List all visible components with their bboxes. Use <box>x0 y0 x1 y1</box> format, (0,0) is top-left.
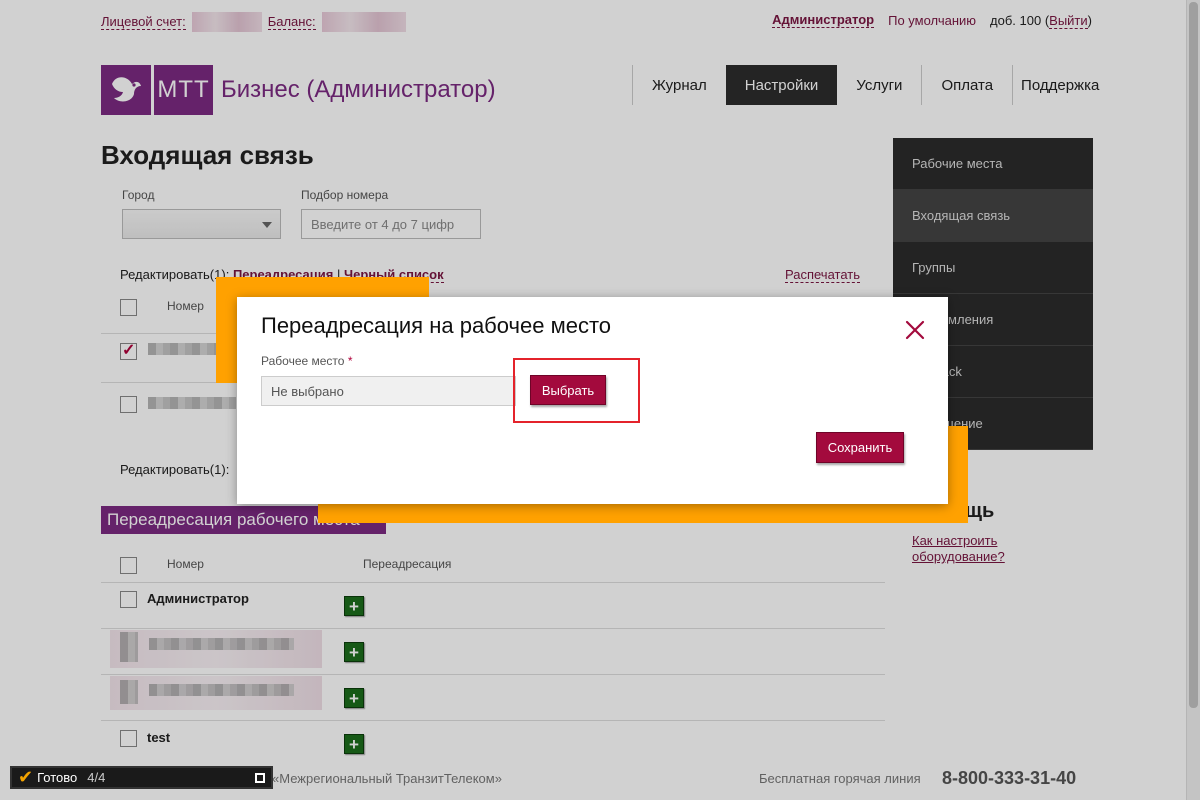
workplace-label-text: Рабочее место <box>261 354 345 368</box>
workplace-label: Рабочее место * <box>261 354 352 368</box>
square-icon[interactable] <box>255 773 265 783</box>
status-text: Готово <box>37 770 78 785</box>
close-icon[interactable] <box>904 319 926 341</box>
status-progress: 4/4 <box>87 770 106 785</box>
save-button[interactable]: Сохранить <box>816 432 904 463</box>
workplace-field[interactable]: Не выбрано <box>261 376 516 406</box>
modal-title: Переадресация на рабочее место <box>261 313 612 338</box>
checkmark-icon: ✔ <box>18 767 34 787</box>
status-taskbar: ✔ Готово 4/4 <box>10 766 273 789</box>
required-mark: * <box>347 354 353 368</box>
highlight-frame <box>513 358 640 423</box>
redirect-modal: Переадресация на рабочее место Рабочее м… <box>237 297 948 504</box>
